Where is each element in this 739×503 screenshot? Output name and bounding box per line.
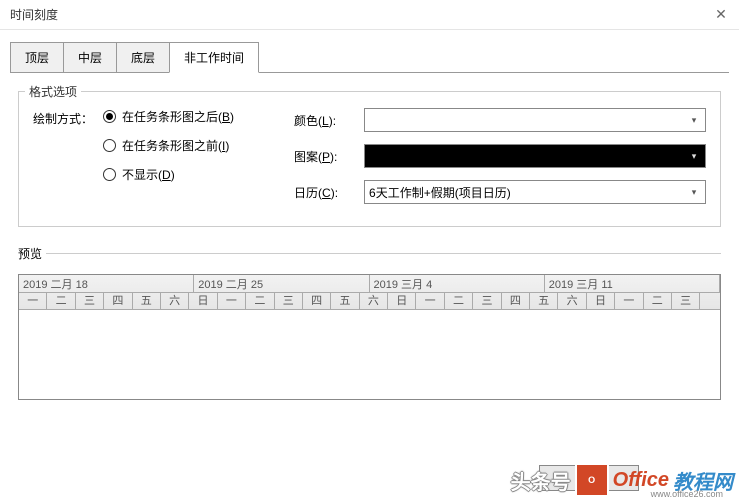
- format-options-group: 格式选项 绘制方式： 在任务条形图之后(B) 在任务条形图之前(I) 不显示(D…: [18, 91, 721, 227]
- day-cell: 一: [19, 293, 47, 309]
- date-header-row: 2019 二月 18 2019 二月 25 2019 三月 4 2019 三月 …: [19, 275, 720, 292]
- radio-label: 在任务条形图之前(I): [122, 137, 229, 154]
- tab-middle[interactable]: 中层: [63, 42, 117, 73]
- day-cell: 一: [416, 293, 444, 309]
- day-cell: 日: [189, 293, 217, 309]
- watermark-url: www.office26.com: [651, 489, 723, 499]
- radio-icon: [103, 139, 116, 152]
- tab-strip: 顶层 中层 底层 非工作时间: [0, 30, 739, 73]
- day-cell: 三: [275, 293, 303, 309]
- day-cell: 一: [615, 293, 643, 309]
- day-cell: 六: [360, 293, 388, 309]
- day-cell: 三: [76, 293, 104, 309]
- preview-legend: 预览: [18, 245, 46, 262]
- close-icon[interactable]: ✕: [711, 4, 731, 24]
- chevron-down-icon: ▾: [685, 147, 703, 165]
- window-title: 时间刻度: [10, 6, 58, 23]
- color-combo[interactable]: ▾: [364, 108, 706, 132]
- format-legend: 格式选项: [25, 83, 81, 100]
- day-cell: 六: [161, 293, 189, 309]
- day-cell: 日: [388, 293, 416, 309]
- day-cell: 五: [530, 293, 558, 309]
- pattern-combo[interactable]: ▾: [364, 144, 706, 168]
- day-cell: 四: [502, 293, 530, 309]
- calendar-value: 6天工作制+假期(项目日历): [369, 184, 511, 201]
- draw-mode-label: 绘制方式：: [33, 108, 93, 183]
- radio-none[interactable]: 不显示(D): [103, 166, 234, 183]
- calendar-combo[interactable]: 6天工作制+假期(项目日历) ▾: [364, 180, 706, 204]
- radio-label: 不显示(D): [122, 166, 175, 183]
- tab-bottom[interactable]: 底层: [116, 42, 170, 73]
- ok-button[interactable]: 确定: [539, 465, 639, 491]
- preview-body: [19, 310, 720, 400]
- day-cell: 二: [445, 293, 473, 309]
- day-cell: 四: [303, 293, 331, 309]
- date-cell: 2019 二月 18: [19, 275, 194, 292]
- date-cell: 2019 三月 4: [370, 275, 545, 292]
- chevron-down-icon: ▾: [685, 111, 703, 129]
- day-cell: 一: [218, 293, 246, 309]
- color-label: 颜色(L):: [294, 112, 354, 129]
- day-cell: 六: [558, 293, 586, 309]
- day-cell: 二: [47, 293, 75, 309]
- radio-icon: [103, 110, 116, 123]
- radio-icon: [103, 168, 116, 181]
- tab-nonworking[interactable]: 非工作时间: [169, 42, 259, 73]
- day-cell: 三: [473, 293, 501, 309]
- day-cell: 二: [246, 293, 274, 309]
- date-cell: 2019 二月 25: [194, 275, 369, 292]
- radio-label: 在任务条形图之后(B): [122, 108, 234, 125]
- draw-mode-radios: 在任务条形图之后(B) 在任务条形图之前(I) 不显示(D): [103, 108, 234, 183]
- day-header-row: 一二三四五六日一二三四五六日一二三四五六日一二三: [19, 292, 720, 309]
- titlebar: 时间刻度 ✕: [0, 0, 739, 30]
- day-cell: 日: [587, 293, 615, 309]
- day-cell: 四: [104, 293, 132, 309]
- preview-group: 预览 2019 二月 18 2019 二月 25 2019 三月 4 2019 …: [18, 253, 721, 400]
- radio-before-bars[interactable]: 在任务条形图之前(I): [103, 137, 234, 154]
- calendar-label: 日历(C):: [294, 184, 354, 201]
- day-cell: 五: [331, 293, 359, 309]
- tab-top[interactable]: 顶层: [10, 42, 64, 73]
- day-cell: 五: [133, 293, 161, 309]
- radio-after-bars[interactable]: 在任务条形图之后(B): [103, 108, 234, 125]
- chevron-down-icon: ▾: [685, 183, 703, 201]
- watermark-brand2: 教程网: [673, 466, 733, 495]
- date-cell: 2019 三月 11: [545, 275, 720, 292]
- day-cell: 二: [644, 293, 672, 309]
- preview-timeline: 2019 二月 18 2019 二月 25 2019 三月 4 2019 三月 …: [18, 274, 721, 400]
- pattern-label: 图案(P):: [294, 148, 354, 165]
- day-cell: 三: [672, 293, 700, 309]
